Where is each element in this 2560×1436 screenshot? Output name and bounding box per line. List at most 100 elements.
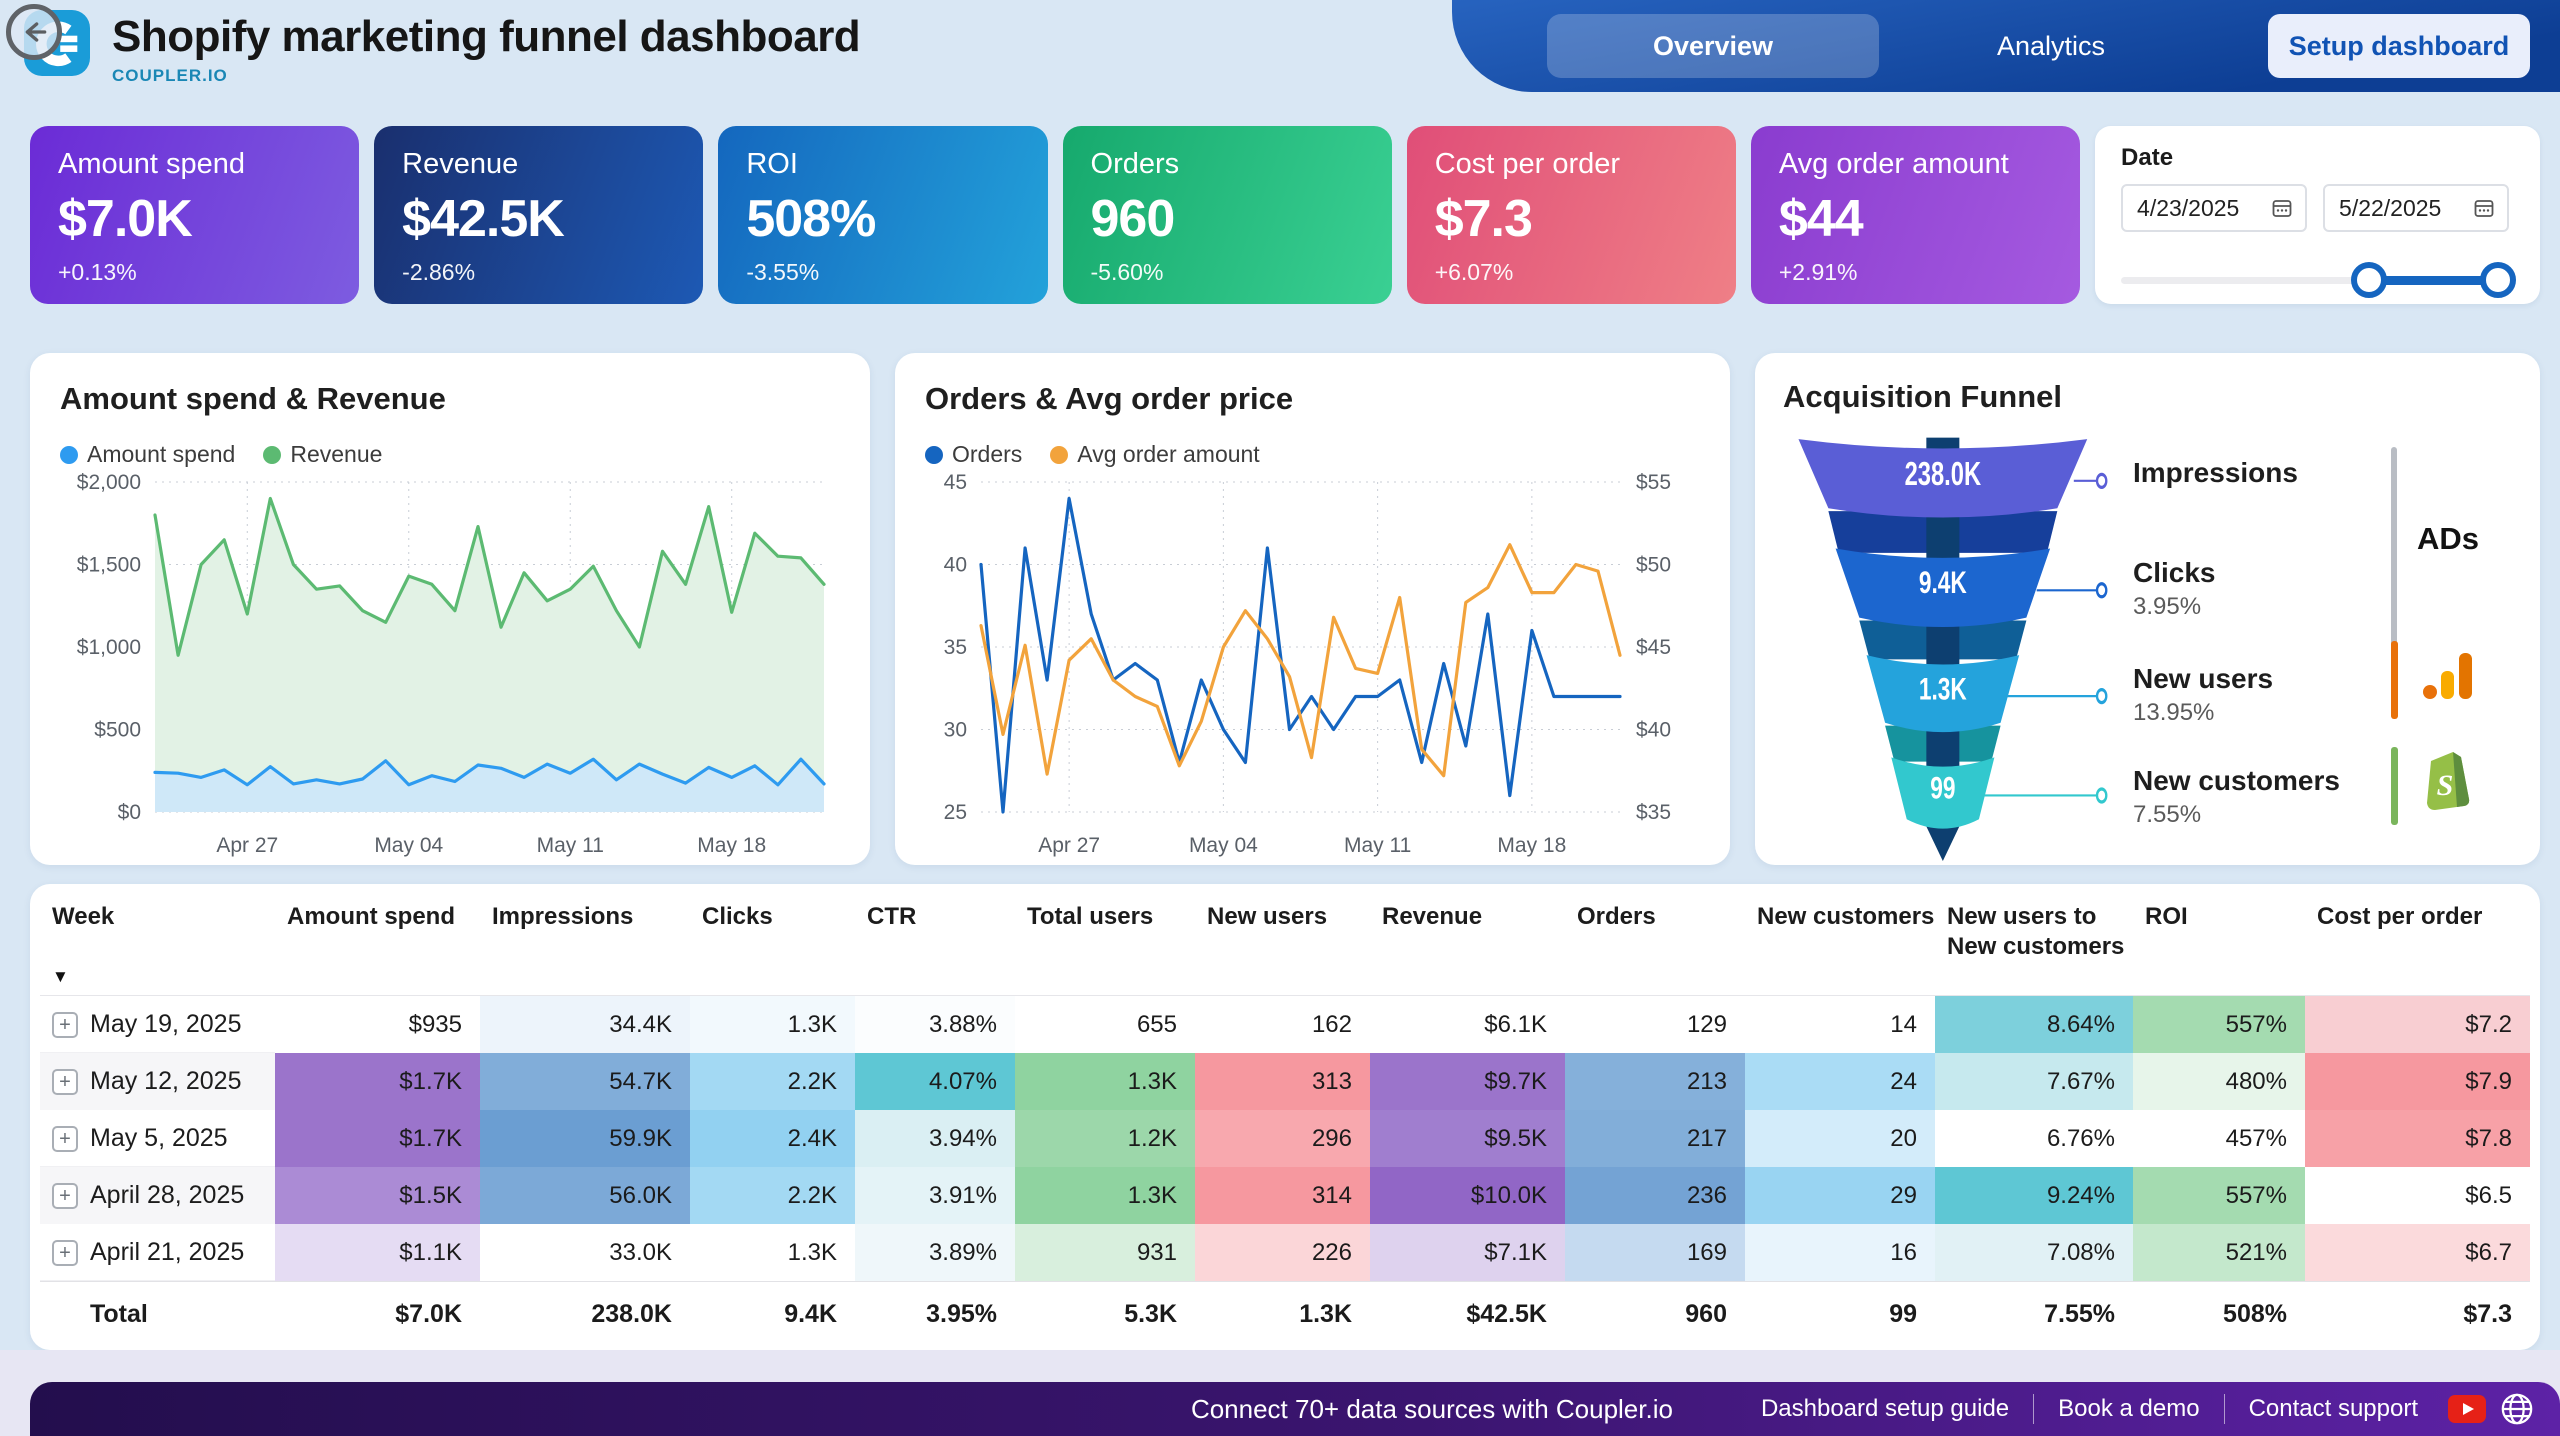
metric-cell: 3.91%: [855, 1167, 1015, 1224]
svg-text:$40: $40: [1636, 719, 1671, 742]
date-start-input[interactable]: 4/23/2025: [2121, 184, 2307, 232]
svg-text:$0: $0: [118, 801, 141, 824]
expand-row-button[interactable]: +: [52, 1183, 78, 1209]
calendar-icon: [2271, 197, 2293, 219]
expand-row-button[interactable]: +: [52, 1240, 78, 1266]
youtube-icon[interactable]: [2448, 1395, 2486, 1423]
metric-cell: $7.2: [2305, 996, 2530, 1053]
back-arrow-icon: [18, 16, 50, 48]
table-row: +May 5, 2025$1.7K59.9K2.4K3.94%1.2K296$9…: [40, 1110, 2530, 1167]
metric-cell: $7.9: [2305, 1053, 2530, 1110]
metric-cell: 54.7K: [480, 1053, 690, 1110]
metric-cell: 457%: [2133, 1110, 2305, 1167]
total-label: Total: [40, 1282, 275, 1346]
total-metric-cell: $42.5K: [1370, 1282, 1565, 1346]
slider-handle-end[interactable]: [2480, 262, 2516, 298]
table-total-row: Total$7.0K238.0K9.4K3.95%5.3K1.3K$42.5K9…: [40, 1281, 2530, 1345]
footer-link-setup-guide[interactable]: Dashboard setup guide: [1761, 1395, 2009, 1423]
column-header-clicks: Clicks: [690, 902, 855, 932]
metric-cell: 480%: [2133, 1053, 2305, 1110]
metric-cell: 296: [1195, 1110, 1370, 1167]
metric-cell: 4.07%: [855, 1053, 1015, 1110]
svg-text:May 18: May 18: [1497, 834, 1566, 857]
kpi-delta: -2.86%: [402, 259, 675, 286]
week-label: May 19, 2025: [90, 1010, 242, 1039]
expand-row-button[interactable]: +: [52, 1069, 78, 1095]
kpi-delta: +0.13%: [58, 259, 331, 286]
slider-handle-start[interactable]: [2351, 262, 2387, 298]
header: Shopify marketing funnel dashboard COUPL…: [0, 0, 2560, 96]
metric-cell: 7.08%: [1935, 1224, 2133, 1281]
metric-cell: 313: [1195, 1053, 1370, 1110]
metric-cell: 931: [1015, 1224, 1195, 1281]
footer-link-contact-support[interactable]: Contact support: [2249, 1395, 2418, 1423]
kpi-label: Amount spend: [58, 148, 331, 181]
kpi-delta: +6.07%: [1435, 259, 1708, 286]
date-filter-label: Date: [2121, 144, 2514, 172]
kpi-value: 508%: [746, 189, 1019, 249]
kpi-value: $42.5K: [402, 189, 675, 249]
kpi-card-orders: Orders960-5.60%: [1063, 126, 1392, 304]
metric-cell: 16: [1745, 1224, 1935, 1281]
expand-row-button[interactable]: +: [52, 1012, 78, 1038]
globe-icon[interactable]: [2500, 1392, 2534, 1426]
chart-title: Amount spend & Revenue: [60, 381, 840, 417]
funnel-stage-rate: 7.55%: [2133, 801, 2340, 829]
svg-text:May 11: May 11: [1344, 834, 1411, 857]
column-header-new-customers: New customers: [1745, 902, 1935, 932]
metric-cell: 162: [1195, 996, 1370, 1053]
metric-cell: 3.89%: [855, 1224, 1015, 1281]
metric-cell: 2.2K: [690, 1053, 855, 1110]
footer-link-book-demo[interactable]: Book a demo: [2058, 1395, 2199, 1423]
metric-cell: 59.9K: [480, 1110, 690, 1167]
legend-label: Avg order amount: [1077, 441, 1259, 468]
orders-avg-price-chart: 4540353025$55$50$45$40$35Apr 27May 04May…: [925, 468, 1700, 860]
column-header-new-users: New users: [1195, 902, 1370, 932]
metric-cell: $1.1K: [275, 1224, 480, 1281]
spend-revenue-chart: $2,000$1,500$1,000$500$0Apr 27May 04May …: [60, 468, 840, 860]
metric-cell: $935: [275, 996, 480, 1053]
kpi-value: $7.0K: [58, 189, 331, 249]
column-header-ctr: CTR: [855, 902, 1015, 932]
footer-promo: Connect 70+ data sources with Coupler.io: [1191, 1394, 1673, 1425]
metric-cell: 3.94%: [855, 1110, 1015, 1167]
dashboard-page: Shopify marketing funnel dashboard COUPL…: [0, 0, 2560, 1436]
slider-active-range[interactable]: [2369, 276, 2499, 285]
metric-cell: 8.64%: [1935, 996, 2133, 1053]
metric-cell: 33.0K: [480, 1224, 690, 1281]
metric-cell: $1.7K: [275, 1053, 480, 1110]
footer-divider: [2224, 1394, 2225, 1424]
week-filter-caret[interactable]: ▼: [52, 962, 76, 992]
legend-label: Revenue: [290, 441, 382, 468]
week-label: April 21, 2025: [90, 1238, 244, 1267]
funnel-stage-name: Clicks: [2133, 557, 2216, 589]
expand-row-button[interactable]: +: [52, 1126, 78, 1152]
week-cell: +May 5, 2025: [40, 1110, 275, 1167]
svg-text:May 04: May 04: [374, 834, 443, 857]
svg-text:$2,000: $2,000: [77, 471, 141, 494]
legend-dot: [1050, 446, 1068, 464]
tab-overview[interactable]: Overview: [1547, 14, 1879, 78]
date-range-slider[interactable]: [2121, 262, 2514, 298]
column-header-roi: ROI: [2133, 902, 2305, 932]
total-metric-cell: 3.95%: [855, 1282, 1015, 1346]
week-label: April 28, 2025: [90, 1181, 244, 1210]
tab-analytics[interactable]: Analytics: [1997, 31, 2105, 62]
svg-text:May 04: May 04: [1189, 834, 1258, 857]
metric-cell: 521%: [2133, 1224, 2305, 1281]
total-metric-cell: 960: [1565, 1282, 1745, 1346]
brand-label: COUPLER.IO: [112, 66, 860, 86]
date-end-input[interactable]: 5/22/2025: [2323, 184, 2509, 232]
legend-dot: [925, 446, 943, 464]
metric-cell: 1.3K: [690, 996, 855, 1053]
kpi-label: Orders: [1091, 148, 1364, 181]
svg-text:$45: $45: [1636, 636, 1671, 659]
analytics-icon: [2417, 645, 2479, 707]
setup-dashboard-button[interactable]: Setup dashboard: [2268, 14, 2530, 78]
column-header-label: Week: [52, 902, 275, 932]
back-button[interactable]: [6, 4, 62, 60]
metric-cell: 213: [1565, 1053, 1745, 1110]
acquisition-funnel-card: Acquisition Funnel 238.0K9.4K1.3K99 Impr…: [1755, 353, 2540, 865]
legend-dot: [263, 446, 281, 464]
chart-legend: OrdersAvg order amount: [925, 441, 1700, 468]
